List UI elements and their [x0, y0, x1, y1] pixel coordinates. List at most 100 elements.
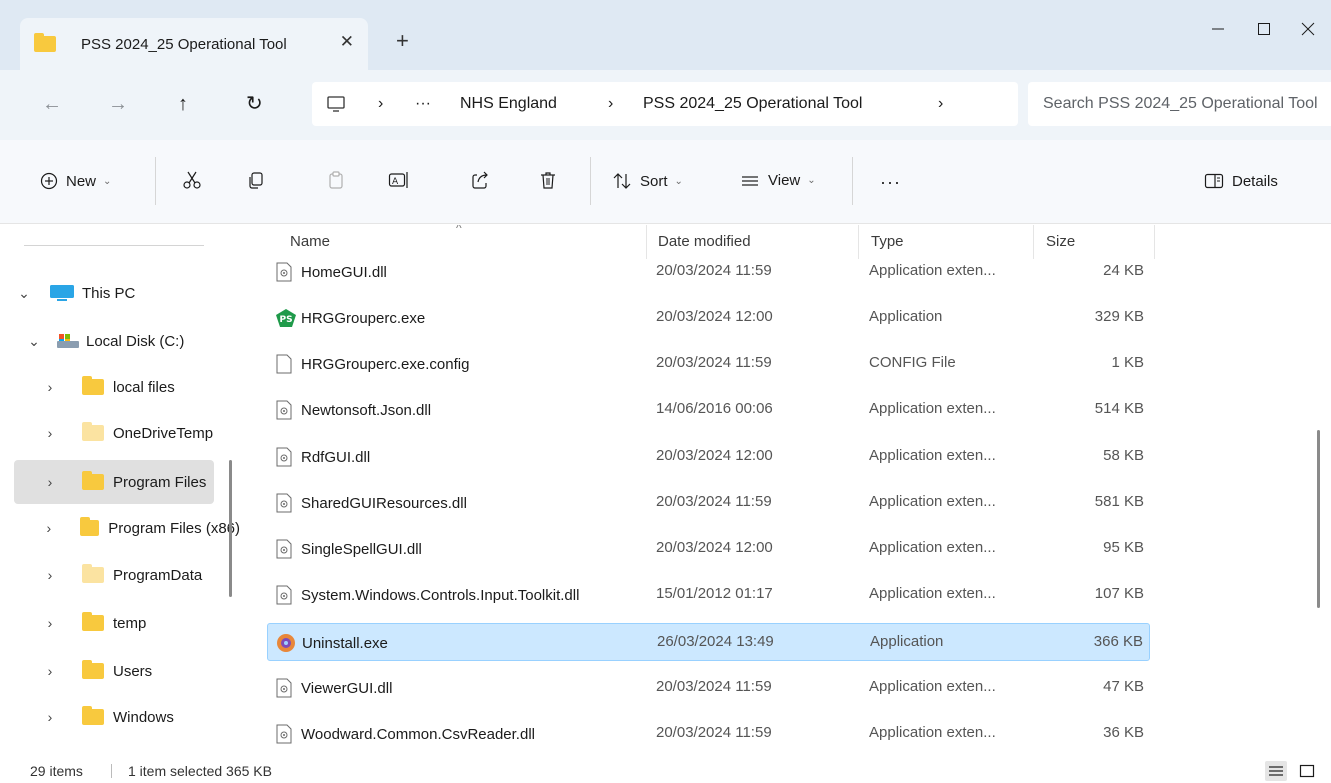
file-date: 20/03/2024 11:59 — [656, 493, 772, 510]
file-type: Application exten... — [869, 678, 996, 695]
file-size: 366 KB — [1093, 633, 1143, 650]
file-type: Application — [869, 308, 943, 325]
column-divider[interactable] — [1154, 225, 1155, 259]
tree-item-label: OneDriveTemp — [113, 424, 214, 442]
file-row[interactable]: HomeGUI.dll 20/03/2024 11:59 Application e… — [267, 253, 1150, 291]
folder-icon — [82, 376, 104, 395]
view-button[interactable]: View ⌄ — [740, 172, 816, 189]
details-pane-button[interactable]: Details — [1204, 172, 1278, 190]
dll-icon — [275, 262, 293, 282]
chevron-down-icon[interactable]: ⌄ — [14, 285, 34, 302]
tiles-view-button[interactable] — [1296, 761, 1318, 781]
minimize-icon — [1212, 28, 1224, 30]
file-row[interactable]: SharedGUIResources.dll 20/03/2024 11:59 Ap… — [267, 484, 1150, 522]
chevron-right-icon[interactable]: › — [40, 567, 60, 583]
tree-item-this-pc[interactable]: ⌄ This PC — [14, 271, 214, 315]
chevron-right-icon[interactable]: › — [40, 709, 60, 725]
chevron-right-icon[interactable]: › — [40, 520, 58, 536]
chevron-right-icon[interactable]: › — [40, 663, 60, 679]
tree-item-program-files-x86[interactable]: › Program Files (x86) — [40, 506, 240, 550]
folder-icon — [79, 517, 100, 536]
file-row[interactable]: Woodward.Common.CsvReader.dll 20/03/2024 … — [267, 715, 1150, 753]
search-input[interactable]: Search PSS 2024_25 Operational Tool — [1028, 82, 1331, 126]
this-pc-icon[interactable] — [326, 94, 346, 114]
chevron-right-icon[interactable]: › — [40, 425, 60, 441]
address-separator[interactable]: › — [608, 95, 613, 113]
rename-button[interactable]: A — [388, 170, 410, 190]
tab-pss-operational-tool[interactable]: PSS 2024_25 Operational Tool ✕ — [20, 18, 368, 70]
back-button[interactable]: ← — [42, 92, 62, 116]
trash-icon — [541, 172, 555, 189]
file-name-cell: RdfGUI.dll — [275, 447, 370, 467]
chevron-right-icon[interactable]: › — [40, 615, 60, 631]
file-type: Application exten... — [869, 400, 996, 417]
address-separator[interactable]: › — [378, 95, 383, 113]
navigation-scrollbar[interactable] — [229, 460, 232, 597]
address-separator[interactable]: › — [938, 95, 943, 113]
address-overflow[interactable]: ··· — [415, 95, 431, 113]
file-name: SharedGUIResources.dll — [301, 494, 467, 512]
details-view-icon — [1269, 766, 1283, 776]
more-options-button[interactable]: ··· — [880, 172, 901, 193]
file-row[interactable]: PS HRGGrouperc.exe 20/03/2024 12:00 Applica… — [267, 299, 1150, 337]
file-row[interactable]: ViewerGUI.dll 20/03/2024 11:59 Application… — [267, 669, 1150, 707]
paste-button[interactable] — [326, 170, 346, 190]
navigation-pane: ⌄ This PC ⌄ Local Disk (C:) › local file… — [0, 225, 240, 759]
clipboard-icon — [329, 171, 343, 189]
navigation-divider — [24, 245, 204, 246]
file-type: Application exten... — [869, 539, 996, 556]
maximize-icon — [1258, 23, 1270, 35]
tree-item-program-files[interactable]: › Program Files — [14, 460, 214, 504]
chevron-down-icon[interactable]: ⌄ — [24, 333, 44, 350]
file-size: 1 KB — [1111, 354, 1144, 371]
file-name-cell: HRGGrouperc.exe.config — [275, 354, 469, 374]
status-bar: 29 items 1 item selected 365 KB — [0, 759, 1331, 783]
tree-item-users[interactable]: › Users — [40, 649, 240, 693]
tree-item-local-disk[interactable]: ⌄ Local Disk (C:) — [14, 319, 214, 363]
folder-icon — [82, 612, 104, 631]
tree-item-onedrivetemp[interactable]: › OneDriveTemp — [40, 411, 240, 455]
file-row[interactable]: System.Windows.Controls.Input.Toolkit.dl… — [267, 576, 1150, 614]
minimize-button[interactable] — [1195, 14, 1241, 44]
file-row[interactable]: SingleSpellGUI.dll 20/03/2024 12:00 Applic… — [267, 530, 1150, 568]
file-row[interactable]: HRGGrouperc.exe.config 20/03/2024 11:59 CO… — [267, 345, 1150, 383]
breadcrumb-pss-operational-tool[interactable]: PSS 2024_25 Operational Tool — [643, 95, 862, 113]
chevron-right-icon[interactable]: › — [40, 474, 60, 490]
new-tab-button[interactable]: + — [396, 30, 409, 52]
dll-icon — [275, 447, 293, 467]
file-date: 20/03/2024 11:59 — [656, 354, 772, 371]
chevron-down-icon: ⌄ — [103, 175, 112, 187]
file-date: 26/03/2024 13:49 — [657, 633, 774, 650]
share-button[interactable] — [470, 170, 490, 190]
maximize-button[interactable] — [1241, 14, 1287, 44]
cut-button[interactable] — [182, 170, 202, 190]
svg-text:A: A — [392, 177, 399, 187]
close-tab-icon[interactable]: ✕ — [340, 32, 354, 52]
copy-button[interactable] — [246, 170, 266, 190]
file-row[interactable]: Newtonsoft.Json.dll 14/06/2016 00:06 Appli… — [267, 391, 1150, 429]
new-button[interactable]: New ⌄ — [40, 172, 111, 190]
close-window-button[interactable] — [1285, 14, 1331, 44]
file-date: 20/03/2024 12:00 — [656, 447, 773, 464]
details-view-button[interactable] — [1265, 761, 1287, 781]
forward-button[interactable]: → — [108, 92, 128, 116]
file-list-scrollbar[interactable] — [1317, 430, 1320, 608]
item-count: 29 items — [30, 763, 83, 779]
tree-item-windows[interactable]: › Windows — [40, 695, 240, 739]
delete-button[interactable] — [538, 170, 558, 190]
breadcrumb-nhs-england[interactable]: NHS England — [460, 95, 557, 113]
file-name: HomeGUI.dll — [301, 263, 387, 281]
refresh-button[interactable]: ↻ — [246, 92, 263, 116]
file-row[interactable]: Uninstall.exe 26/03/2024 13:49 Application… — [267, 623, 1150, 661]
tree-item-temp[interactable]: › temp — [40, 601, 240, 645]
file-row[interactable]: RdfGUI.dll 20/03/2024 12:00 Application ex… — [267, 438, 1150, 476]
file-name-cell: HomeGUI.dll — [275, 262, 387, 282]
tree-item-local-files[interactable]: › local files — [40, 365, 240, 409]
tree-item-programdata[interactable]: › ProgramData — [40, 553, 240, 597]
up-button[interactable]: ↑ — [178, 92, 188, 116]
sort-button[interactable]: Sort ⌄ — [612, 172, 683, 190]
file-name-cell: ViewerGUI.dll — [275, 678, 392, 698]
chevron-right-icon[interactable]: › — [40, 379, 60, 395]
file-name: System.Windows.Controls.Input.Toolkit.dl… — [301, 586, 580, 604]
dll-icon — [275, 585, 293, 605]
